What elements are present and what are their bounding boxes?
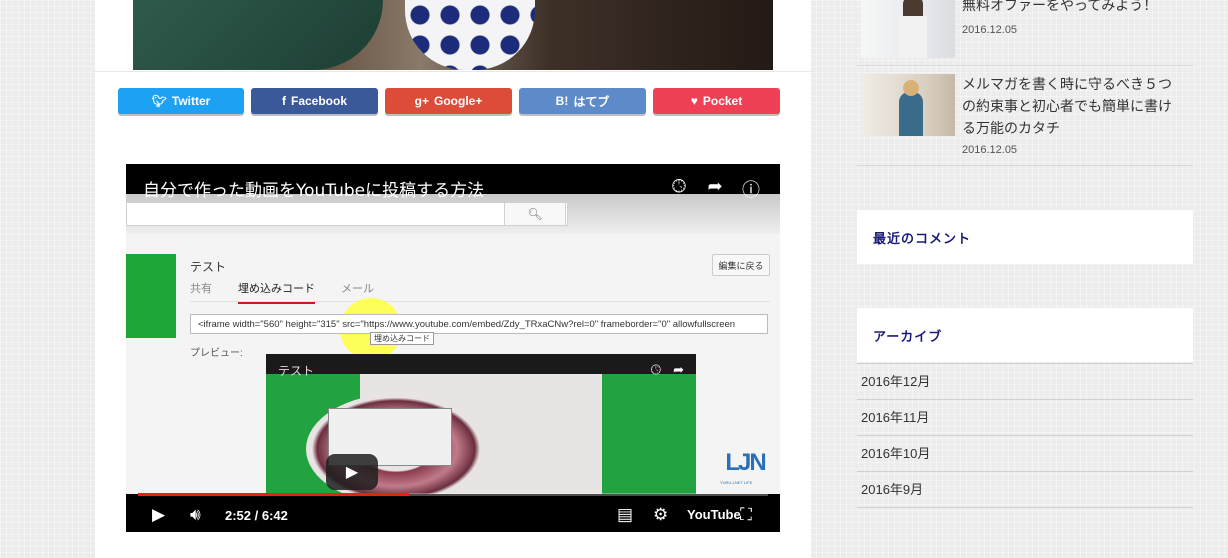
- hatena-icon: B!: [555, 94, 569, 108]
- inner-search-icon: 🔍︎: [504, 202, 566, 226]
- archive-link[interactable]: 2016年10月: [857, 436, 1193, 472]
- inner-clock-icon: 🕓︎: [650, 362, 662, 377]
- info-icon[interactable]: ⓘ: [740, 176, 762, 202]
- watch-later-icon[interactable]: 🕓︎: [668, 176, 690, 202]
- post-item[interactable]: 無料オファーをやってみよう！ 2016.12.05: [857, 0, 1193, 66]
- archive-widget: アーカイブ: [857, 308, 1193, 362]
- inner-preview-label: プレビュー:: [190, 348, 243, 359]
- inner-back-to-edit-button: 編集に戻る: [712, 254, 770, 276]
- inner-search-field: [126, 202, 568, 226]
- post-item[interactable]: メルマガを書く時に守るべき５つの約束事と初心者でも簡単に書ける万能のカタチ 20…: [857, 65, 1193, 166]
- googleplus-label: Google+: [434, 94, 483, 108]
- video-frame: 🔍︎ テスト 編集に戻る 共有 埋め込みコード メール <iframe widt…: [126, 194, 780, 494]
- post-title[interactable]: メルマガを書く時に守るべき５つの約束事と初心者でも簡単に書ける万能のカタチ: [962, 73, 1177, 139]
- post-date: 2016.12.05: [962, 144, 1018, 156]
- subtitles-icon[interactable]: ▤: [617, 505, 633, 525]
- facebook-label: Facebook: [290, 94, 347, 108]
- share-buttons: 🐦︎ Twitter f Facebook g+ Google+ B! はてブ …: [118, 88, 781, 118]
- share-icon[interactable]: ➦: [704, 176, 726, 202]
- inner-share-icon: ➦: [673, 362, 684, 377]
- post-title[interactable]: 無料オファーをやってみよう！: [962, 0, 1177, 16]
- video-progress-bar[interactable]: [138, 493, 768, 496]
- inner-video-name: テスト: [190, 260, 227, 274]
- pocket-share-button[interactable]: ♥ Pocket: [653, 88, 780, 114]
- settings-gear-icon[interactable]: ⚙: [653, 505, 668, 525]
- inner-preview-title: テスト: [278, 364, 315, 378]
- recent-comments-title: 最近のコメント: [873, 231, 972, 246]
- post-date: 2016.12.05: [962, 24, 1018, 36]
- facebook-share-button[interactable]: f Facebook: [251, 88, 378, 114]
- volume-icon[interactable]: 🔊︎: [190, 505, 201, 525]
- inner-tooltip: 埋め込みコード: [370, 332, 434, 345]
- player-controls: ▶ 🔊︎ 2:52 / 6:42 ▤ ⚙ YouTube ⛶: [126, 500, 780, 532]
- video-progress-fill: [138, 493, 409, 496]
- youtube-embed-player[interactable]: 自分で作った動画をYouTubeに投稿する方法 🕓︎ ➦ ⓘ 🔍︎ テスト 編集…: [126, 164, 780, 532]
- fullscreen-icon[interactable]: ⛶: [740, 505, 752, 525]
- twitter-share-button[interactable]: 🐦︎ Twitter: [118, 88, 244, 114]
- play-icon[interactable]: ▶: [152, 505, 165, 525]
- hatena-label: はてブ: [573, 94, 610, 109]
- play-button[interactable]: ▶: [326, 454, 378, 490]
- post-thumbnail[interactable]: [861, 0, 955, 58]
- googleplus-icon: g+: [414, 94, 429, 108]
- sidebar: 無料オファーをやってみよう！ 2016.12.05 メルマガを書く時に守るべき５…: [857, 0, 1193, 558]
- divider: [95, 71, 811, 72]
- twitter-icon: 🐦︎: [151, 94, 167, 108]
- channel-logo-subtext: YURU-LNET LIFE: [720, 480, 753, 485]
- archive-title: アーカイブ: [873, 329, 943, 344]
- youtube-logo[interactable]: YouTube: [687, 507, 741, 522]
- video-time: 2:52 / 6:42: [225, 508, 288, 523]
- hatena-share-button[interactable]: B! はてブ: [519, 88, 646, 114]
- facebook-icon: f: [281, 94, 286, 108]
- googleplus-share-button[interactable]: g+ Google+: [385, 88, 512, 114]
- post-thumbnail[interactable]: [861, 74, 955, 136]
- twitter-label: Twitter: [171, 94, 211, 108]
- inner-video-thumbnail: [126, 254, 176, 338]
- pocket-icon: ♥: [690, 94, 698, 108]
- inner-embed-code-field: <iframe width="560" height="315" src="ht…: [190, 314, 768, 334]
- main-column: 🐦︎ Twitter f Facebook g+ Google+ B! はてブ …: [95, 0, 811, 558]
- archive-link[interactable]: 2016年12月: [857, 364, 1193, 400]
- video-title[interactable]: 自分で作った動画をYouTubeに投稿する方法: [143, 176, 484, 201]
- pocket-label: Pocket: [702, 94, 743, 108]
- archive-link[interactable]: 2016年11月: [857, 400, 1193, 436]
- archive-link[interactable]: 2016年9月: [857, 472, 1193, 508]
- article-hero-image: [133, 0, 773, 70]
- recent-comments-widget: 最近のコメント: [857, 210, 1193, 264]
